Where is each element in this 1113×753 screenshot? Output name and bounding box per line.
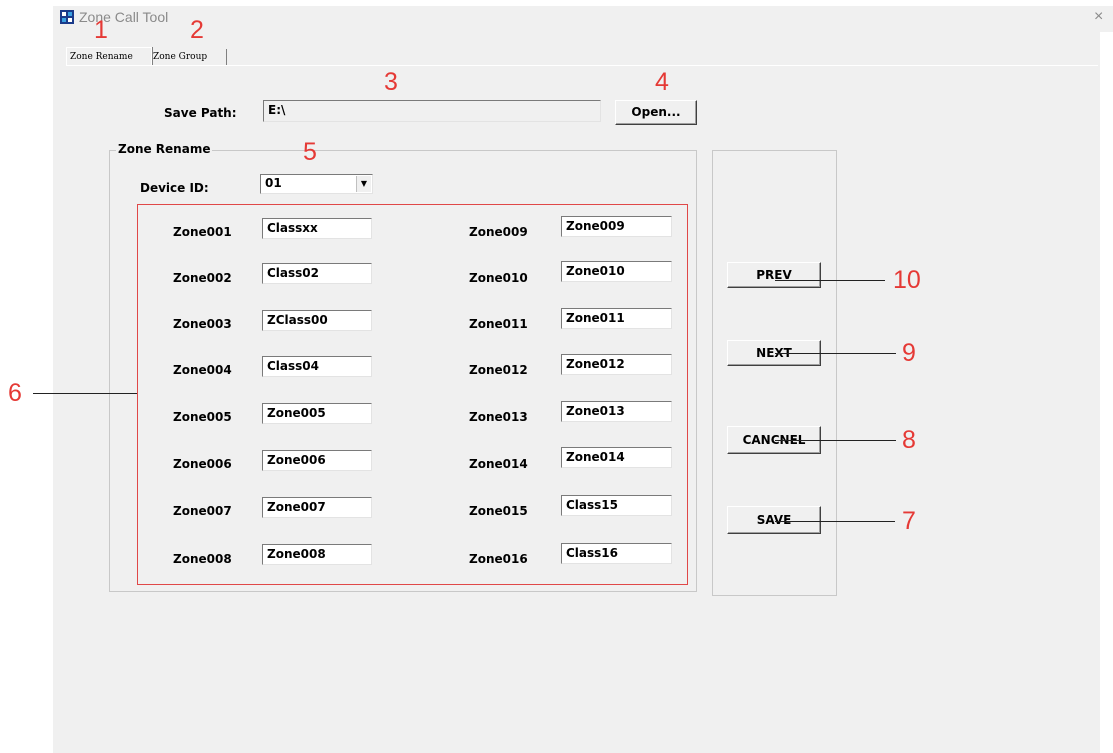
zone-label: Zone005 (173, 410, 232, 424)
annotation-10-line (775, 280, 885, 281)
zone-label: Zone009 (469, 225, 528, 239)
prev-button[interactable]: PREV (727, 262, 821, 288)
zone-label: Zone002 (173, 271, 232, 285)
annotation-6-line (33, 393, 137, 394)
zone-label: Zone004 (173, 363, 232, 377)
annotation-9: 9 (902, 339, 916, 367)
zone-label: Zone012 (469, 363, 528, 377)
close-icon[interactable]: × (1094, 8, 1103, 26)
annotation-6: 6 (8, 379, 22, 407)
zone-name-field[interactable]: Zone013 (561, 401, 672, 422)
zone-name-field[interactable]: Zone011 (561, 308, 672, 329)
zone-label: Zone011 (469, 317, 528, 331)
chevron-down-icon[interactable]: ▼ (356, 176, 371, 192)
zone-name-field[interactable]: Zone012 (561, 354, 672, 375)
zone-name-field[interactable]: ZClass00 (262, 310, 372, 331)
zone-name-field[interactable]: Zone005 (262, 403, 372, 424)
tab-zone-rename[interactable]: Zone Rename (66, 47, 152, 66)
tab-divider (66, 65, 1098, 66)
title-bar (53, 6, 1113, 32)
zone-name-field[interactable]: Zone010 (561, 261, 672, 282)
tab-zone-group[interactable]: Zone Group (150, 49, 227, 65)
zone-label: Zone006 (173, 457, 232, 471)
zone-name-field[interactable]: Class15 (561, 495, 672, 516)
zone-name-field[interactable]: Zone014 (561, 447, 672, 468)
device-id-value: 01 (265, 176, 282, 190)
zone-name-field[interactable]: Zone007 (262, 497, 372, 518)
zone-name-field[interactable]: Class16 (561, 543, 672, 564)
annotation-9-line (775, 353, 896, 354)
zone-name-field[interactable]: Class04 (262, 356, 372, 377)
app-icon (60, 10, 74, 24)
zone-label: Zone003 (173, 317, 232, 331)
annotation-7-line (775, 521, 895, 522)
save-path-label: Save Path: (164, 106, 237, 120)
annotation-3: 3 (384, 68, 398, 96)
device-id-select[interactable]: 01 ▼ (260, 174, 373, 194)
zone-label: Zone016 (469, 552, 528, 566)
zone-label: Zone010 (469, 271, 528, 285)
annotation-1: 1 (94, 16, 108, 44)
zone-name-field[interactable]: Classxx (262, 218, 372, 239)
device-id-label: Device ID: (140, 181, 209, 195)
zone-name-field[interactable]: Zone009 (561, 216, 672, 237)
save-button[interactable]: SAVE (727, 506, 821, 534)
annotation-7: 7 (902, 507, 916, 535)
zone-name-field[interactable]: Zone008 (262, 544, 372, 565)
zone-rename-legend: Zone Rename (116, 142, 213, 156)
zone-label: Zone013 (469, 410, 528, 424)
zone-label: Zone014 (469, 457, 528, 471)
open-button[interactable]: Open... (615, 100, 697, 125)
zone-label: Zone015 (469, 504, 528, 518)
annotation-2: 2 (190, 16, 204, 44)
window-title: Zone Call Tool (79, 9, 169, 25)
zone-label: Zone007 (173, 504, 232, 518)
annotation-10: 10 (893, 266, 921, 294)
zone-label: Zone008 (173, 552, 232, 566)
zone-name-field[interactable]: Class02 (262, 263, 372, 284)
zone-name-field[interactable]: Zone006 (262, 450, 372, 471)
annotation-8-line (775, 440, 896, 441)
annotation-8: 8 (902, 426, 916, 454)
zone-label: Zone001 (173, 225, 232, 239)
save-path-field[interactable]: E:\ (263, 100, 601, 122)
annotation-5: 5 (303, 138, 317, 166)
annotation-4: 4 (655, 68, 669, 96)
